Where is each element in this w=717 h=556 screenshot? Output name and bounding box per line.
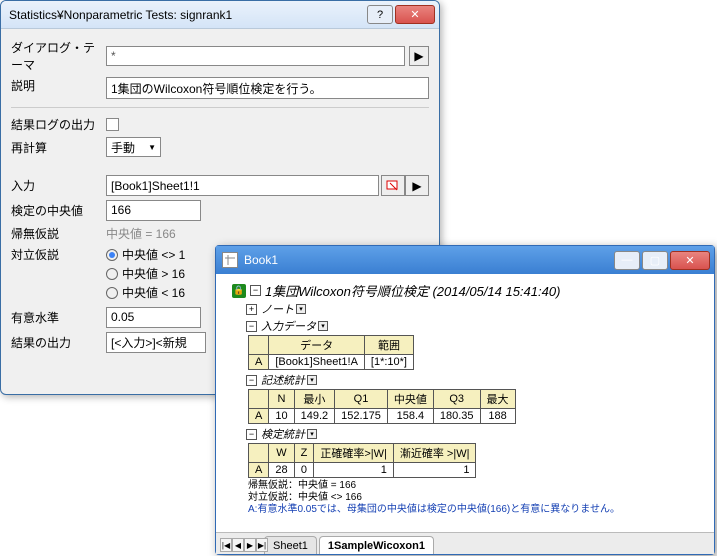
collapse-teststat[interactable]: −: [246, 429, 257, 440]
siglevel-label: 有意水準: [11, 309, 106, 326]
dialog-title: Statistics¥Nonparametric Tests: signrank…: [9, 8, 365, 22]
expand-note[interactable]: +: [246, 304, 257, 315]
recalc-select[interactable]: 手動: [106, 137, 161, 157]
cell-data: [Book1]Sheet1!A: [269, 355, 365, 370]
row-a: A: [249, 355, 269, 370]
output-log-label: 結果ログの出力: [11, 116, 106, 133]
collapse-root[interactable]: −: [250, 285, 261, 296]
theme-menu-button[interactable]: ▶: [409, 46, 429, 66]
alt-label-lt: 中央値 < 16: [122, 284, 185, 301]
col-range: 範囲: [364, 336, 413, 355]
range-menu-button[interactable]: ▶: [405, 175, 429, 196]
output-log-checkbox[interactable]: [106, 118, 119, 131]
help-button[interactable]: ?: [367, 5, 393, 24]
collapse-inputdata[interactable]: −: [246, 321, 257, 332]
book-min-button[interactable]: —: [614, 251, 640, 270]
desc-stats-table: N 最小 Q1 中央値 Q3 最大 A 10 149.2 152.175 158…: [248, 389, 516, 424]
collapse-descstat[interactable]: −: [246, 375, 257, 386]
tab-nav[interactable]: |◀◀▶▶|: [220, 538, 268, 552]
alt-label-gt: 中央値 > 16: [122, 265, 185, 282]
sheet-tab-bar: |◀◀▶▶| Sheet1 1SampleWicoxon1: [216, 532, 714, 554]
siglevel-input[interactable]: 0.05: [106, 307, 201, 328]
cell-range: [1*:10*]: [364, 355, 413, 370]
alt-label-ne: 中央値 <> 1: [122, 246, 185, 263]
col-data: データ: [269, 336, 365, 355]
alt-hyp-group: 中央値 <> 1 中央値 > 16 中央値 < 16: [106, 246, 185, 303]
book-window: Book1 — ▢ ✕ 🔒 − 1集団Wilcoxon符号順位検定 (2014/…: [215, 245, 715, 555]
inputdata-menu-icon[interactable]: ▾: [318, 321, 328, 331]
input-range-field[interactable]: [Book1]Sheet1!1: [106, 175, 379, 196]
teststat-menu-icon[interactable]: ▾: [307, 429, 317, 439]
book-close-button[interactable]: ✕: [670, 251, 710, 270]
note-label: ノート: [261, 301, 294, 317]
input-data-table: データ 範囲 A [Book1]Sheet1!A [1*:10*]: [248, 335, 414, 370]
dialog-titlebar[interactable]: Statistics¥Nonparametric Tests: signrank…: [1, 1, 439, 29]
descstat-label: 記述統計: [261, 372, 305, 388]
result-out-field[interactable]: [<入力>]<新規: [106, 332, 206, 353]
theme-label: ダイアログ・テーマ: [11, 39, 106, 73]
test-median-input[interactable]: 166: [106, 200, 201, 221]
range-picker-button[interactable]: [381, 175, 405, 196]
book-max-button[interactable]: ▢: [642, 251, 668, 270]
null-hyp-label: 帰無仮説: [11, 225, 106, 242]
alt-radio-ne[interactable]: [106, 249, 118, 261]
footnote: 帰無仮説：中央値 = 166 対立仮説：中央値 <> 166 A:有意水準0.0…: [248, 480, 706, 516]
inputdata-label: 入力データ: [261, 318, 316, 334]
note-menu-icon[interactable]: ▾: [296, 304, 306, 314]
null-hyp-value: 中央値 = 166: [106, 225, 176, 242]
book-titlebar[interactable]: Book1 — ▢ ✕: [216, 246, 714, 274]
input-label: 入力: [11, 177, 106, 194]
desc-text: 1集団のWilcoxon符号順位検定を行う。: [106, 77, 429, 99]
col-blank: [249, 336, 269, 355]
lock-icon: 🔒: [232, 284, 246, 298]
book-content: 🔒 − 1集団Wilcoxon符号順位検定 (2014/05/14 15:41:…: [216, 274, 714, 532]
close-button[interactable]: ✕: [395, 5, 435, 24]
desc-label: 説明: [11, 77, 106, 94]
result-heading: 1集団Wilcoxon符号順位検定 (2014/05/14 15:41:40): [265, 281, 560, 300]
alt-radio-lt[interactable]: [106, 287, 118, 299]
test-stats-table: W Z 正確確率>|W| 漸近確率 >|W| A 28 0 1 1: [248, 443, 476, 478]
alt-hyp-label: 対立仮説: [11, 246, 106, 263]
workbook-icon: [222, 252, 238, 268]
tab-sheet1[interactable]: Sheet1: [264, 536, 317, 554]
descstat-menu-icon[interactable]: ▾: [307, 375, 317, 385]
teststat-label: 検定統計: [261, 426, 305, 442]
result-out-label: 結果の出力: [11, 334, 106, 351]
alt-radio-gt[interactable]: [106, 268, 118, 280]
tab-wilcoxon[interactable]: 1SampleWicoxon1: [319, 536, 434, 554]
test-median-label: 検定の中央値: [11, 202, 106, 219]
theme-dropdown[interactable]: *: [106, 46, 405, 66]
book-title: Book1: [244, 253, 612, 267]
recalc-label: 再計算: [11, 139, 106, 156]
